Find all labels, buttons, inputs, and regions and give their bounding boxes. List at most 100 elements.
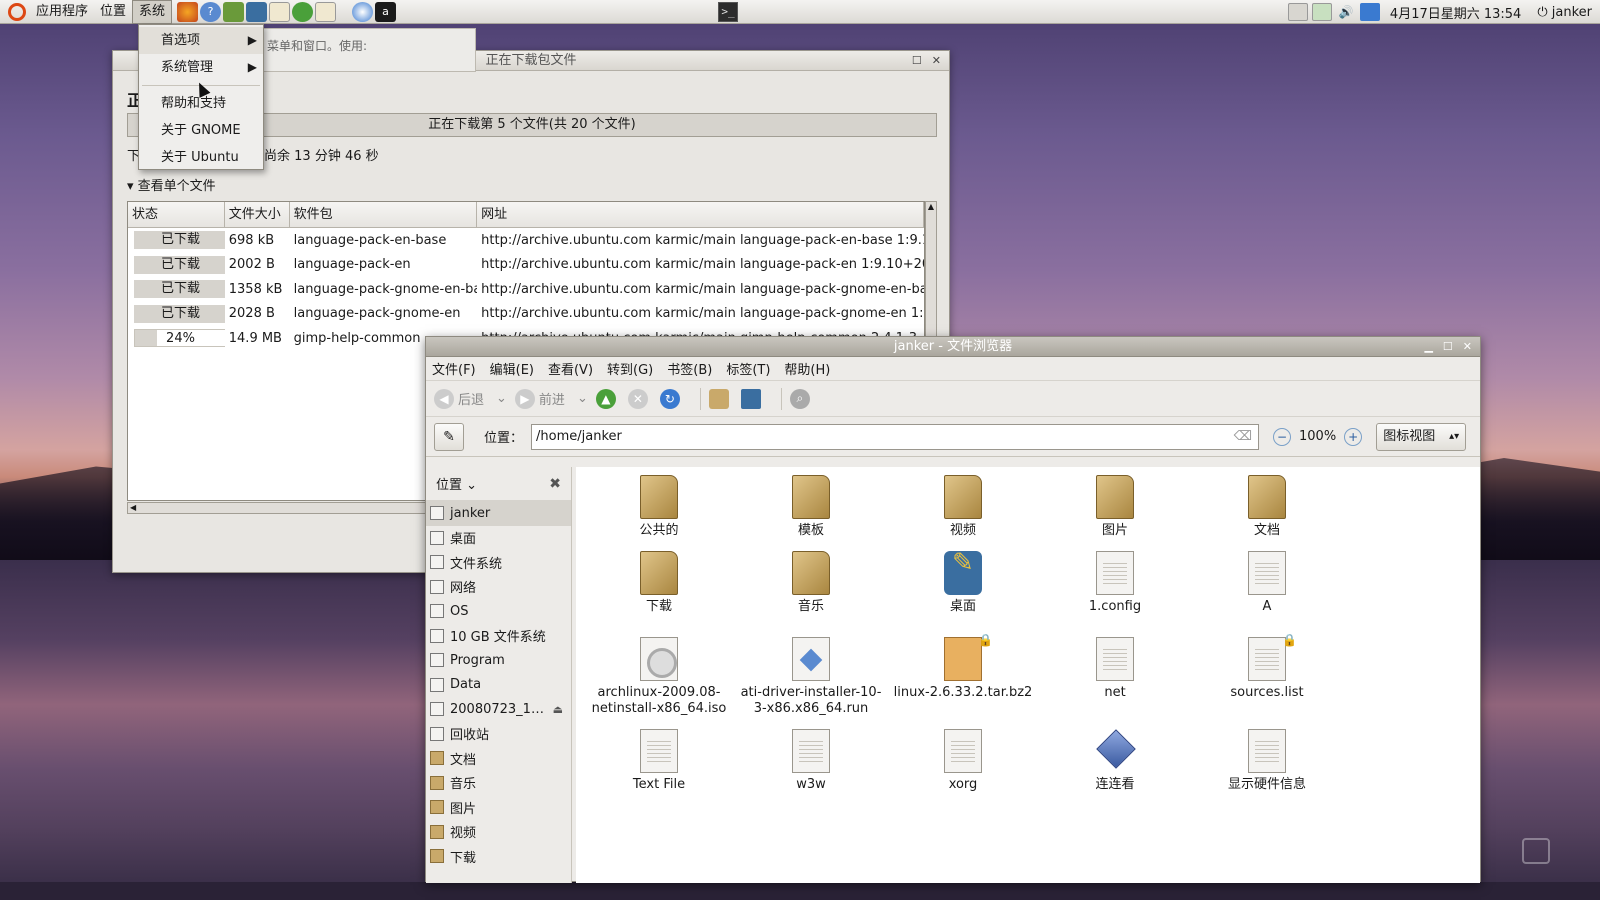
file-item[interactable]: xorg bbox=[888, 729, 1038, 793]
sidebar-item[interactable]: 20080723_1… ⏏ bbox=[426, 697, 571, 722]
location-input[interactable]: /home/janker ⌫ bbox=[531, 423, 1260, 450]
edit-icon[interactable] bbox=[315, 1, 337, 22]
file-item[interactable]: 1.config bbox=[1040, 551, 1190, 615]
file-item[interactable]: w3w bbox=[736, 729, 886, 793]
window-titlebar[interactable]: janker - 文件浏览器 ▁ ☐ ✕ bbox=[426, 337, 1480, 357]
zoom-out-icon[interactable]: − bbox=[1273, 427, 1292, 446]
update-icon[interactable] bbox=[1359, 3, 1380, 21]
ubuntu-logo-icon[interactable] bbox=[8, 2, 26, 21]
menu-item-about-ubuntu[interactable]: 关于 Ubuntu bbox=[139, 144, 263, 171]
sidebar-type-select[interactable]: 位置 ⌄ bbox=[436, 474, 477, 493]
menu-item-about-gnome[interactable]: 关于 GNOME bbox=[139, 117, 263, 144]
zoom-in-icon[interactable]: + bbox=[1344, 427, 1363, 446]
menu-help[interactable]: 帮助(H) bbox=[784, 359, 830, 378]
menu-places[interactable]: 位置 bbox=[94, 0, 132, 24]
file-item[interactable]: 文档 bbox=[1192, 475, 1342, 539]
box-icon[interactable] bbox=[246, 1, 268, 22]
sidebar-item[interactable]: 网络 bbox=[426, 575, 571, 600]
menu-go[interactable]: 转到(G) bbox=[607, 359, 653, 378]
search-button[interactable]: ⌕ bbox=[789, 388, 814, 409]
sidebar-item[interactable]: 视频 bbox=[426, 820, 571, 845]
scroll-up-icon[interactable]: ▲ bbox=[926, 202, 936, 211]
user-menu[interactable]: ⏻ janker bbox=[1529, 5, 1600, 20]
reload-button[interactable]: ↻ bbox=[659, 388, 684, 409]
menu-tabs[interactable]: 标签(T) bbox=[726, 359, 770, 378]
view-mode-select[interactable]: 图标视图 ▴▾ bbox=[1376, 422, 1467, 451]
table-row[interactable]: 已下载 698 kB language-pack-en-base http://arc… bbox=[128, 228, 924, 253]
sidebar-item[interactable]: 下载 bbox=[426, 844, 571, 869]
column-package[interactable]: 软件包 bbox=[290, 202, 478, 227]
home-button[interactable] bbox=[708, 388, 733, 409]
sidebar-item[interactable]: Program bbox=[426, 648, 571, 673]
sidebar-item[interactable]: 文档 bbox=[426, 746, 571, 771]
menu-file[interactable]: 文件(F) bbox=[432, 359, 476, 378]
file-item[interactable]: 公共的 bbox=[584, 475, 734, 539]
stop-button[interactable]: ✕ bbox=[627, 388, 652, 409]
eject-icon[interactable]: ⏏ bbox=[553, 703, 563, 716]
sidebar-item[interactable]: 音乐 bbox=[426, 771, 571, 796]
file-item[interactable]: archlinux-2009.08-netinstall-x86_64.iso bbox=[584, 637, 734, 717]
network-manager-icon[interactable] bbox=[1287, 3, 1308, 21]
details-expander[interactable]: ▾ 查看单个文件 bbox=[127, 175, 216, 194]
sidebar-item[interactable]: janker bbox=[426, 501, 571, 526]
chrome-icon[interactable] bbox=[352, 1, 374, 22]
close-sidebar-icon[interactable]: ✖ bbox=[549, 476, 561, 492]
column-url[interactable]: 网址 bbox=[477, 202, 924, 227]
sidebar-item[interactable]: Data bbox=[426, 673, 571, 698]
sidebar-item[interactable]: 桌面 bbox=[426, 526, 571, 551]
chevron-down-icon[interactable]: ⌄ bbox=[496, 391, 507, 406]
file-item[interactable]: 视频 bbox=[888, 475, 1038, 539]
minimize-icon[interactable]: ▁ bbox=[1424, 337, 1432, 357]
menu-bookmarks[interactable]: 书签(B) bbox=[667, 359, 712, 378]
table-row[interactable]: 已下载 2002 B language-pack-en http://archive.… bbox=[128, 253, 924, 278]
file-item[interactable]: net bbox=[1040, 637, 1190, 701]
maximize-icon[interactable]: ☐ bbox=[912, 51, 922, 71]
menu-view[interactable]: 查看(V) bbox=[548, 359, 593, 378]
file-item[interactable]: 桌面 bbox=[888, 551, 1038, 615]
file-item[interactable]: 模板 bbox=[736, 475, 886, 539]
sidebar-item[interactable]: 图片 bbox=[426, 795, 571, 820]
network-icon[interactable] bbox=[1311, 3, 1332, 21]
file-item[interactable]: 连连看 bbox=[1040, 729, 1190, 793]
file-item[interactable]: 🔒 linux-2.6.33.2.tar.bz2 bbox=[888, 633, 1038, 701]
table-row[interactable]: 已下载 2028 B language-pack-gnome-en http://ar… bbox=[128, 302, 924, 327]
back-button[interactable]: ◀ 后退 ⌄ bbox=[434, 388, 507, 409]
apple-icon[interactable] bbox=[292, 1, 314, 22]
file-item[interactable]: 图片 bbox=[1040, 475, 1190, 539]
file-item[interactable]: 🔒 sources.list bbox=[1192, 633, 1342, 701]
toggle-location-button[interactable]: ✎ bbox=[434, 422, 464, 451]
menu-edit[interactable]: 编辑(E) bbox=[490, 359, 534, 378]
sidebar-item[interactable]: 10 GB 文件系统 bbox=[426, 624, 571, 649]
close-icon[interactable]: ✕ bbox=[1463, 337, 1472, 357]
computer-button[interactable] bbox=[740, 388, 765, 409]
chevron-down-icon[interactable]: ⌄ bbox=[577, 391, 588, 406]
menu-system[interactable]: 系统 bbox=[132, 0, 173, 24]
amarok-icon[interactable]: a bbox=[375, 1, 397, 22]
book-icon[interactable] bbox=[223, 1, 245, 22]
file-item[interactable]: ati-driver-installer-10-3-x86.x86_64.run bbox=[736, 637, 886, 717]
help-icon[interactable]: ? bbox=[200, 1, 222, 22]
file-item[interactable]: 下载 bbox=[584, 551, 734, 615]
column-status[interactable]: 状态 bbox=[128, 202, 225, 227]
up-button[interactable]: ▲ bbox=[595, 388, 620, 409]
firefox-icon[interactable] bbox=[177, 1, 199, 22]
file-item[interactable]: 显示硬件信息 bbox=[1192, 729, 1342, 793]
menu-applications[interactable]: 应用程序 bbox=[30, 0, 94, 24]
close-icon[interactable]: ✕ bbox=[932, 51, 941, 71]
file-item[interactable]: A bbox=[1192, 551, 1342, 615]
clock[interactable]: 4月17日星期六 13:54 bbox=[1382, 3, 1529, 22]
forward-button[interactable]: ▶ 前进 ⌄ bbox=[514, 388, 588, 409]
table-row[interactable]: 已下载 1358 kB language-pack-gnome-en-base htt… bbox=[128, 277, 924, 302]
menu-item-administration[interactable]: 系统管理 ▶ bbox=[139, 54, 263, 81]
menu-item-preferences[interactable]: 首选项 ▶ bbox=[139, 27, 263, 54]
sidebar-item[interactable]: 文件系统 bbox=[426, 550, 571, 575]
sidebar-item[interactable]: OS bbox=[426, 599, 571, 624]
file-item[interactable]: Text File bbox=[584, 729, 734, 793]
file-item[interactable]: 音乐 bbox=[736, 551, 886, 615]
clear-icon[interactable]: ⌫ bbox=[1234, 425, 1252, 449]
terminal-icon[interactable]: >_ bbox=[718, 2, 738, 22]
volume-icon[interactable]: 🔊 bbox=[1336, 3, 1356, 21]
notes-icon[interactable] bbox=[269, 1, 291, 22]
column-size[interactable]: 文件大小 bbox=[225, 202, 290, 227]
maximize-icon[interactable]: ☐ bbox=[1443, 337, 1453, 357]
